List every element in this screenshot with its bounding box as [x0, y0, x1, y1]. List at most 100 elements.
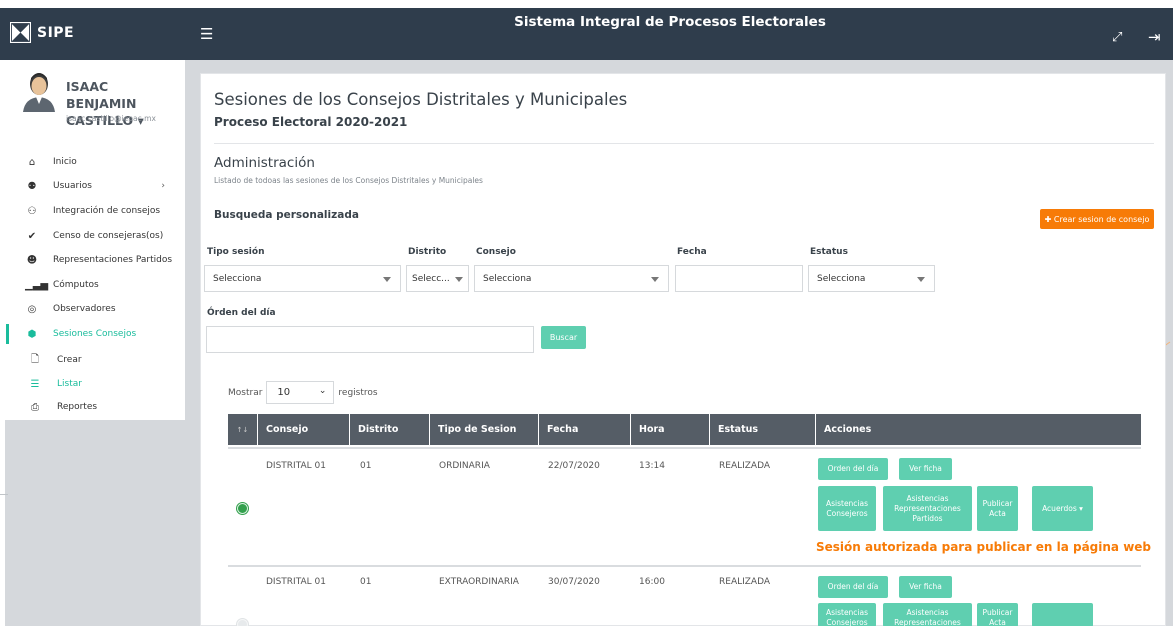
logout-icon[interactable]: ⇥ [1148, 28, 1161, 46]
show-label: Mostrar [228, 387, 263, 398]
fecha-label: Fecha [677, 247, 707, 257]
sidebar-item-label: Sesiones Consejos [53, 329, 137, 339]
publicar-acta-button[interactable]: Publicar Acta [977, 486, 1018, 531]
sidebar-subitem-listar[interactable]: ☰ Listar [0, 373, 185, 395]
orden-dia-button[interactable]: Orden del día [818, 458, 888, 480]
sidebar-subitem-reportes[interactable]: ⎙ Reportes [0, 396, 185, 418]
file-icon: 🗋 [30, 353, 40, 365]
section-title: Administración [214, 155, 315, 171]
check-icon: ✔ [27, 230, 37, 242]
estatus-select[interactable]: Selecciona [808, 265, 935, 292]
publish-authorized-message: Sesión autorizada para publicar en la pá… [816, 540, 1152, 554]
user-email: isaac.castillo@iepac.mx [66, 114, 156, 123]
table-header: ↑↓ Consejo Distrito Tipo de Sesion Fecha… [228, 414, 1141, 445]
col-fecha[interactable]: Fecha [539, 414, 631, 445]
users-icon: ⚉ [27, 180, 37, 192]
col-distrito[interactable]: Distrito [350, 414, 430, 445]
asistencias-consejeros-button[interactable]: Asistencias Consejeros [818, 603, 876, 626]
sidebar-subitem-crear[interactable]: 🗋 Crear [0, 349, 185, 371]
app-logo[interactable]: SIPE [10, 22, 74, 43]
page-title: Sesiones de los Consejos Distritales y M… [214, 90, 628, 109]
sidebar-item-label: Censo de consejeras(os) [53, 231, 164, 241]
cube-icon: ⬢ [27, 328, 37, 340]
asistencias-representaciones-button[interactable]: Asistencias Representaciones Partidos [883, 486, 972, 531]
cell-hora: 16:00 [639, 577, 665, 587]
sipe-logo-icon [10, 22, 31, 43]
sidebar-item-integracion[interactable]: ⚇ Integración de consejos [0, 199, 185, 223]
pdf-icon: ⎙ [31, 401, 39, 413]
cell-consejo: DISTRITAL 01 [266, 461, 326, 471]
orden-dia-button[interactable]: Orden del día [818, 576, 888, 598]
acuerdos-dropdown-button[interactable] [1032, 603, 1093, 626]
page-subtitle: Proceso Electoral 2020-2021 [214, 115, 408, 129]
consejo-label: Consejo [476, 247, 516, 257]
expand-row-icon[interactable] [237, 503, 248, 514]
caret-down-icon [455, 277, 463, 282]
col-estatus[interactable]: Estatus [710, 414, 816, 445]
distrito-value: Selecc... [412, 273, 450, 284]
cell-fecha: 30/07/2020 [548, 577, 600, 587]
col-tipo[interactable]: Tipo de Sesion [430, 414, 539, 445]
cell-hora: 13:14 [639, 461, 665, 471]
section-description: Listado de todoas las sesiones de los Co… [214, 176, 483, 185]
avatar[interactable] [21, 70, 57, 112]
create-session-button[interactable]: ✚ Crear sesion de consejo [1040, 209, 1154, 229]
tipo-sesion-select[interactable]: Selecciona [204, 265, 401, 292]
page-size-value: 10 [277, 387, 291, 398]
left-edge [0, 420, 5, 626]
caret-down-icon [917, 277, 925, 282]
chevron-down-icon: ⌄ [318, 386, 327, 396]
ver-ficha-button[interactable]: Ver ficha [899, 458, 952, 480]
sidebar-item-computos[interactable]: ▁▃▅ Cómputos [0, 273, 185, 297]
consejo-select[interactable]: Selecciona [474, 265, 669, 292]
cell-tipo: EXTRAORDINARIA [439, 577, 519, 587]
sidebar-item-representaciones[interactable]: ☻ Representaciones Partidos [0, 248, 185, 272]
publicar-acta-button[interactable]: Publicar Acta [977, 603, 1018, 626]
sort-icon[interactable]: ↑↓ [228, 414, 258, 445]
ver-ficha-button[interactable]: Ver ficha [899, 576, 952, 598]
top-strip [0, 0, 1173, 8]
sidebar-item-sesiones[interactable]: ⬢ Sesiones Consejos [0, 322, 185, 346]
sidebar-item-inicio[interactable]: ⌂ Inicio [0, 150, 185, 174]
distrito-select[interactable]: Selecc... [406, 265, 469, 292]
cell-fecha: 22/07/2020 [548, 461, 600, 471]
sidebar-item-usuarios[interactable]: ⚉ Usuarios › [0, 174, 185, 198]
fecha-input[interactable] [675, 265, 803, 292]
sidebar: ISAAC BENJAMIN CASTILLO ▾ isaac.castillo… [0, 60, 185, 420]
group-icon: ⚇ [27, 205, 37, 217]
tipo-sesion-value: Selecciona [213, 273, 262, 284]
sidebar-item-censo[interactable]: ✔ Censo de consejeras(os) [0, 224, 185, 248]
page-size-control: Mostrar 10 ⌄ registros [228, 381, 378, 404]
sidebar-subitem-label: Crear [57, 355, 82, 365]
divider [214, 143, 1154, 144]
expand-row-icon[interactable] [237, 619, 248, 626]
sidebar-item-label: Inicio [53, 157, 77, 167]
consejo-value: Selecciona [483, 273, 532, 284]
eye-icon: ◎ [27, 303, 37, 315]
system-title: Sistema Integral de Procesos Electorales [514, 14, 826, 30]
acuerdos-dropdown-button[interactable]: Acuerdos ▾ [1032, 486, 1093, 531]
sidebar-item-label: Usuarios [53, 181, 92, 191]
sidebar-item-observadores[interactable]: ◎ Observadores [0, 297, 185, 321]
asistencias-consejeros-button[interactable]: Asistencias Consejeros [818, 486, 876, 531]
page-size-select[interactable]: 10 ⌄ [266, 381, 335, 404]
estatus-label: Estatus [810, 247, 848, 257]
app-name: SIPE [37, 24, 75, 41]
sidebar-item-label: Cómputos [53, 280, 99, 290]
fullscreen-icon[interactable]: ⤢ [1112, 30, 1122, 45]
distrito-label: Distrito [408, 247, 447, 257]
chevron-right-icon: › [161, 181, 165, 191]
cell-estatus: REALIZADA [719, 577, 771, 587]
asistencias-representaciones-button[interactable]: Asistencias Representaciones Partidos [883, 603, 972, 626]
col-hora[interactable]: Hora [631, 414, 710, 445]
menu-toggle-icon[interactable]: ☰ [200, 25, 213, 43]
col-consejo[interactable]: Consejo [258, 414, 350, 445]
search-button[interactable]: Buscar [541, 326, 586, 349]
sidebar-subitem-label: Listar [57, 379, 82, 389]
home-icon: ⌂ [28, 156, 36, 168]
caret-down-icon [651, 277, 659, 282]
left-divider [0, 494, 8, 495]
orden-dia-input[interactable] [206, 326, 534, 353]
cell-distrito: 01 [360, 461, 372, 471]
cell-tipo: ORDINARIA [439, 461, 490, 471]
